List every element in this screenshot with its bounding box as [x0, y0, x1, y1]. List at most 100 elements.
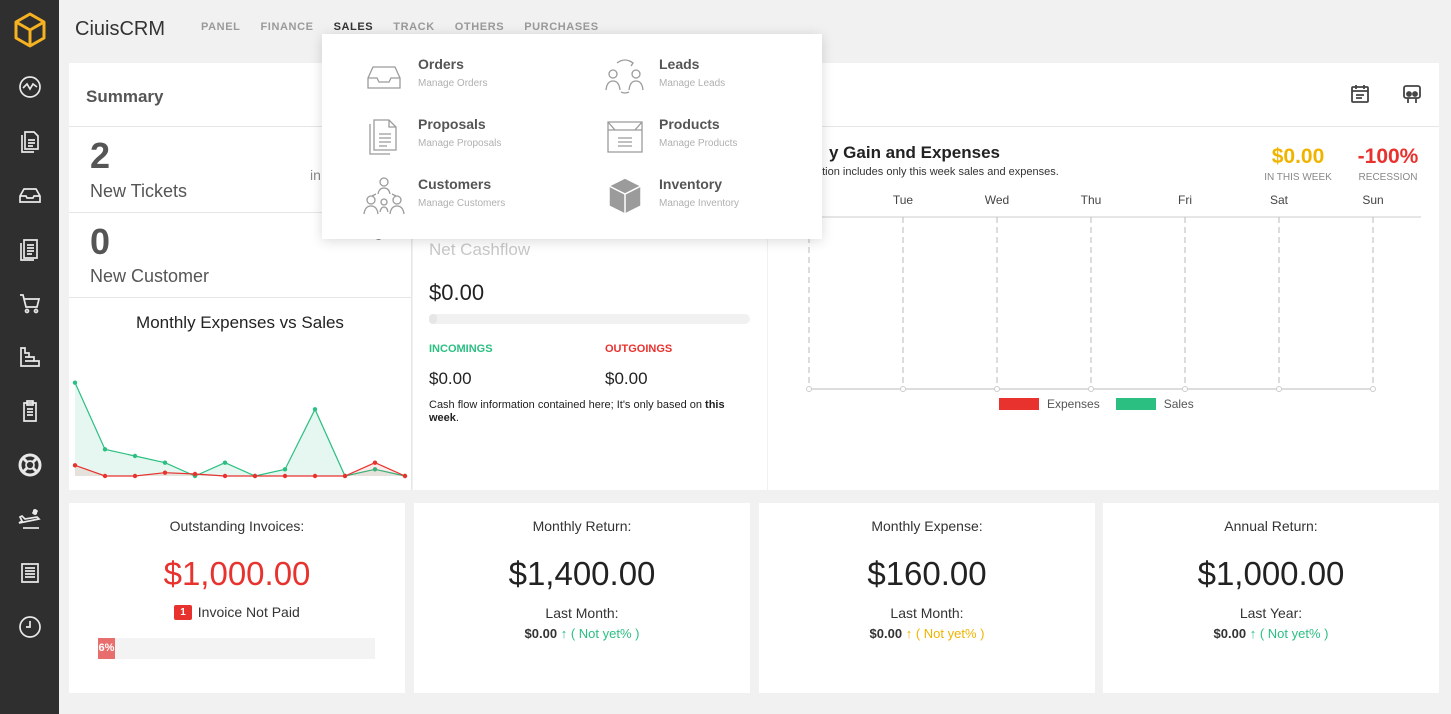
sidebar-item-stairs[interactable] — [0, 330, 59, 384]
annual-return-card: Annual Return: $1,000.00 Last Year: $0.0… — [1103, 503, 1439, 693]
unpaid-invoices[interactable]: 1 Invoice Not Paid — [69, 604, 405, 620]
cashflow-card: Net Cashflow $0.00 INCOMINGS OUTGOINGS $… — [413, 214, 767, 490]
tickets-count: 2 — [90, 135, 111, 176]
legend-sales: Sales — [1163, 397, 1194, 411]
tickets-label: New Tickets — [90, 181, 188, 201]
cashflow-progress-fill — [429, 314, 437, 324]
legend-expenses: Expenses — [1047, 397, 1100, 411]
plane-dollar-icon — [18, 509, 41, 529]
data-point-expenses — [312, 473, 318, 479]
nav-panel[interactable]: PANEL — [201, 21, 240, 33]
incomings-value: $0.00 — [429, 369, 472, 388]
weekly-point — [1182, 386, 1188, 392]
nav-track[interactable]: TRACK — [393, 21, 435, 33]
menu-item-products-sub: Manage Products — [659, 138, 738, 149]
series-area-sales — [75, 382, 405, 476]
menu-item-products[interactable]: Products Manage Products — [603, 114, 803, 164]
weekly-point — [1088, 386, 1094, 392]
unpaid-label: Invoice Not Paid — [197, 604, 300, 620]
weekly-legend: Expenses Sales — [999, 397, 1194, 411]
sidebar-item-cart[interactable] — [0, 276, 59, 330]
sidebar-item-documents[interactable] — [0, 114, 59, 168]
sidebar-item-list[interactable] — [0, 546, 59, 600]
invoice-progress: 6% — [98, 638, 375, 659]
weekly-point — [1370, 386, 1376, 392]
nav-finance[interactable]: FINANCE — [260, 21, 313, 33]
sidebar-item-activity[interactable] — [0, 60, 59, 114]
data-point-expenses — [222, 473, 228, 479]
monthly-expense-compare: $0.00 ↑ ( Not yet% ) — [759, 626, 1095, 641]
clock-icon — [18, 616, 41, 638]
sidebar-item-notes[interactable] — [0, 222, 59, 276]
calendar-icon[interactable] — [1349, 83, 1371, 105]
data-point-sales — [72, 380, 78, 385]
monthly-return-title: Monthly Return: — [532, 518, 632, 534]
monthly-expense-sub: Last Month: — [890, 605, 964, 621]
menu-item-leads-title: Leads — [659, 56, 700, 72]
annual-return-value: $1,000.00 — [1197, 555, 1345, 592]
weekly-chart: Tue Wed Thu Fri Sat Sun — [806, 193, 1421, 392]
documents-icon — [362, 114, 406, 158]
inbox-tray-icon — [362, 54, 406, 98]
annual-return-sub: Last Year: — [1239, 605, 1303, 621]
data-point-expenses — [252, 473, 258, 479]
sidebar-item-inbox[interactable] — [0, 168, 59, 222]
clipboard-icon — [22, 400, 37, 422]
data-point-expenses — [162, 470, 168, 475]
box-icon — [603, 114, 647, 158]
nav-purchases[interactable]: PURCHASES — [524, 21, 598, 33]
annual-return-title: Annual Return: — [1224, 518, 1318, 534]
data-point-sales — [222, 460, 228, 465]
menu-item-inventory[interactable]: Inventory Manage Inventory — [603, 174, 803, 224]
sidebar — [0, 0, 59, 714]
outgoings-value: $0.00 — [605, 369, 648, 388]
cart-icon — [19, 294, 40, 314]
cube-icon — [603, 174, 647, 218]
legend-swatch-expenses — [999, 398, 1039, 410]
sidebar-item-expenses[interactable] — [0, 492, 59, 546]
data-point-sales — [102, 447, 108, 452]
widget-icon[interactable] — [1401, 83, 1423, 105]
menu-item-customers-sub: Manage Customers — [418, 198, 506, 209]
app-logo-icon[interactable] — [0, 0, 59, 60]
menu-item-customers[interactable]: Customers Manage Customers — [362, 174, 562, 224]
menu-item-proposals[interactable]: Proposals Manage Proposals — [362, 114, 562, 164]
menu-item-proposals-sub: Manage Proposals — [418, 138, 502, 149]
monthly-return-card: Monthly Return: $1,400.00 Last Month: $0… — [414, 503, 750, 693]
menu-item-leads[interactable]: Leads Manage Leads — [603, 54, 803, 104]
activity-icon — [18, 76, 41, 98]
people-cycle-icon — [603, 54, 647, 98]
nav-others[interactable]: OTHERS — [455, 21, 504, 33]
nav-sales[interactable]: SALES — [334, 21, 374, 33]
sidebar-item-clipboard[interactable] — [0, 384, 59, 438]
sidebar-item-timer[interactable] — [0, 600, 59, 654]
customers-count: 0 — [90, 221, 111, 262]
data-point-expenses — [102, 473, 108, 479]
brand-name[interactable]: CiuisCRM — [75, 18, 165, 41]
weekly-day-label: Thu — [1081, 193, 1102, 207]
notes-icon — [19, 239, 38, 261]
stairs-icon — [19, 347, 40, 367]
outgoings-label: OUTGOINGS — [605, 343, 673, 355]
data-point-expenses — [192, 471, 198, 477]
menu-item-orders[interactable]: Orders Manage Orders — [362, 54, 562, 104]
menu-item-customers-title: Customers — [418, 176, 492, 192]
weekly-day-label: Fri — [1178, 193, 1192, 207]
weekly-day-label: Sun — [1362, 193, 1383, 207]
monthly-expense-note: ( Not yet% ) — [915, 626, 985, 641]
cashflow-note: Cash flow information contained here; It… — [429, 399, 749, 425]
inbox-icon — [18, 188, 41, 203]
data-point-sales — [312, 407, 318, 412]
weekly-day-label: Tue — [893, 193, 914, 207]
incomings-label: INCOMINGS — [429, 343, 493, 355]
list-icon — [20, 563, 39, 583]
weekly-point — [900, 386, 906, 392]
outstanding-value: $1,000.00 — [163, 555, 311, 592]
monthly-expense-amount: $0.00 — [869, 626, 903, 641]
sidebar-item-support[interactable] — [0, 438, 59, 492]
outstanding-title: Outstanding Invoices: — [169, 518, 305, 534]
weekly-point — [994, 386, 1000, 392]
data-point-expenses — [132, 473, 138, 479]
data-point-sales — [132, 453, 138, 459]
arrow-up-icon: ↑ — [1249, 626, 1257, 641]
